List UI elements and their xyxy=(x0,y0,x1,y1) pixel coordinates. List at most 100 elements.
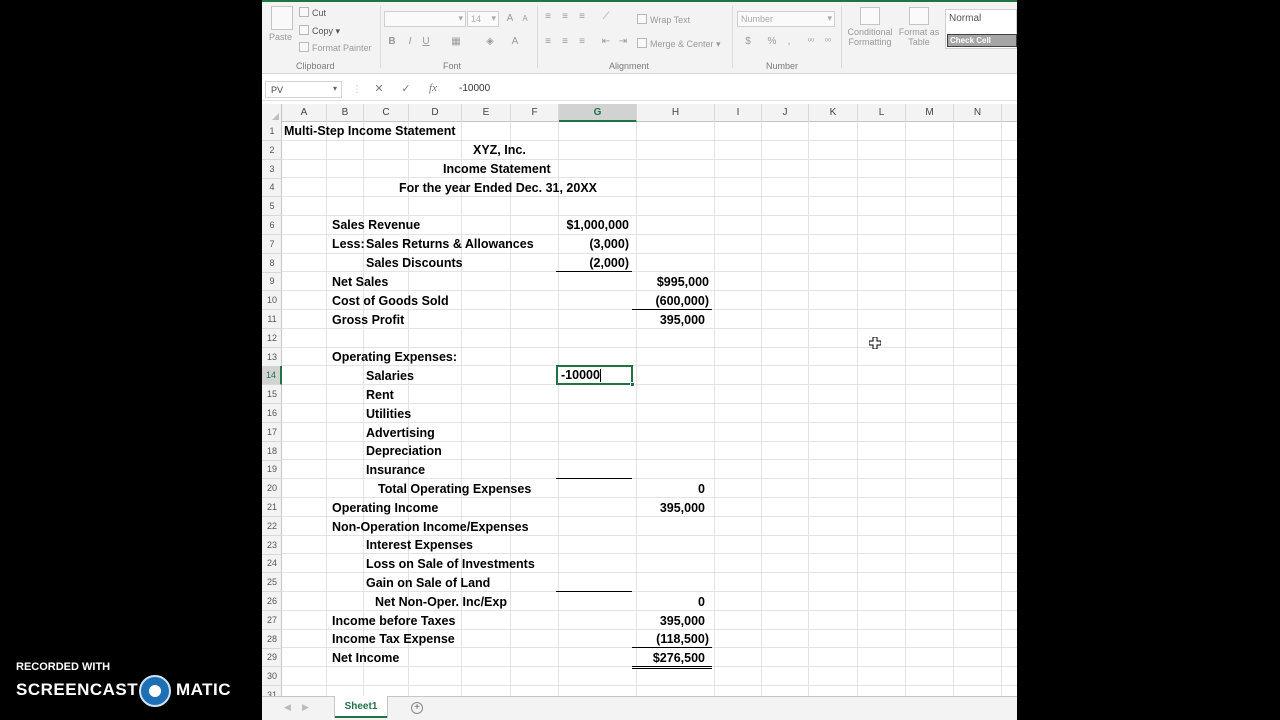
row-header-31[interactable]: 31 xyxy=(262,686,282,696)
copy-button[interactable]: Copy ▾ xyxy=(299,25,340,37)
cell-b7[interactable]: Less: xyxy=(332,235,365,253)
cell-b22[interactable]: Non-Operation Income/Expenses xyxy=(332,518,529,536)
cell-h20[interactable]: 0 xyxy=(612,480,705,498)
cell-c14[interactable]: Salaries xyxy=(366,367,414,385)
column-header-b[interactable]: B xyxy=(327,104,364,122)
column-header-a[interactable]: A xyxy=(282,104,327,122)
shrink-font-button[interactable]: A xyxy=(519,13,531,25)
cell-b29[interactable]: Net Income xyxy=(332,649,399,667)
underline-button[interactable]: U xyxy=(420,36,432,48)
cell-b27[interactable]: Income before Taxes xyxy=(332,612,455,630)
fill-color-icon[interactable]: ◈ xyxy=(484,36,496,48)
increase-indent-icon[interactable]: ⇥ xyxy=(617,36,629,48)
formula-input[interactable]: -10000 xyxy=(459,83,490,94)
column-header-d[interactable]: D xyxy=(409,104,462,122)
cell-h27[interactable]: 395,000 xyxy=(612,612,705,630)
cell-c20[interactable]: Total Operating Expenses xyxy=(378,480,531,498)
row-header-12[interactable]: 12 xyxy=(262,329,282,348)
cell-c24[interactable]: Loss on Sale of Investments xyxy=(366,555,535,573)
cell-e2[interactable]: XYZ, Inc. xyxy=(473,141,526,159)
row-header-11[interactable]: 11 xyxy=(262,310,282,329)
row-header-23[interactable]: 23 xyxy=(262,536,282,555)
prev-sheet-arrow-icon[interactable]: ◀ xyxy=(284,702,291,713)
row-header-25[interactable]: 25 xyxy=(262,573,282,593)
cell-g8[interactable]: (2,000) xyxy=(536,254,629,272)
select-all-corner[interactable] xyxy=(262,104,282,122)
format-as-table-button[interactable]: Format as Table xyxy=(897,7,941,47)
row-header-14[interactable]: 14 xyxy=(262,366,282,386)
cell-c19[interactable]: Insurance xyxy=(366,461,425,479)
cell-c8[interactable]: Sales Discounts xyxy=(366,254,463,272)
row-header-17[interactable]: 17 xyxy=(262,423,282,442)
currency-button[interactable]: $ xyxy=(742,36,754,48)
add-sheet-button[interactable]: + xyxy=(411,702,423,714)
column-header-n[interactable]: N xyxy=(954,104,1002,122)
cell-c7[interactable]: Sales Returns & Allowances xyxy=(366,235,534,253)
cancel-icon[interactable]: ✕ xyxy=(372,82,386,95)
align-top-icon[interactable]: ≡ xyxy=(542,11,554,23)
grow-font-button[interactable]: A xyxy=(504,13,516,25)
name-box[interactable]: PV ▾ xyxy=(265,81,342,98)
cell-b6[interactable]: Sales Revenue xyxy=(332,216,420,234)
next-sheet-arrow-icon[interactable]: ▶ xyxy=(302,702,309,713)
cell-b21[interactable]: Operating Income xyxy=(332,499,438,517)
cell-h9[interactable]: $995,000 xyxy=(612,273,709,291)
orientation-icon[interactable]: ⟋ xyxy=(600,11,612,23)
align-left-icon[interactable]: ≡ xyxy=(542,36,554,48)
cell-h21[interactable]: 395,000 xyxy=(612,499,705,517)
row-header-29[interactable]: 29 xyxy=(262,648,282,668)
cell-e4[interactable]: For the year Ended Dec. 31, 20XX xyxy=(399,179,597,197)
increase-decimal-icon[interactable]: ⁰⁰ xyxy=(805,36,817,48)
cell-b9[interactable]: Net Sales xyxy=(332,273,388,291)
row-header-24[interactable]: 24 xyxy=(262,554,282,574)
row-header-18[interactable]: 18 xyxy=(262,442,282,461)
merge-center-button[interactable]: Merge & Center ▾ xyxy=(637,38,721,50)
row-header-8[interactable]: 8 xyxy=(262,254,282,273)
row-header-16[interactable]: 16 xyxy=(262,404,282,423)
column-header-j[interactable]: J xyxy=(762,104,809,122)
cell-h29[interactable]: $276,500 xyxy=(612,649,705,667)
cell-b10[interactable]: Cost of Goods Sold xyxy=(332,292,449,310)
row-header-26[interactable]: 26 xyxy=(262,592,282,611)
fill-handle[interactable] xyxy=(630,382,635,387)
paste-button[interactable]: Paste xyxy=(269,6,293,42)
row-header-9[interactable]: 9 xyxy=(262,272,282,292)
row-header-7[interactable]: 7 xyxy=(262,235,282,254)
align-middle-icon[interactable]: ≡ xyxy=(559,11,571,23)
column-header-m[interactable]: M xyxy=(906,104,954,122)
font-name-box[interactable]: ▾ xyxy=(384,11,466,27)
row-header-19[interactable]: 19 xyxy=(262,460,282,480)
column-header-k[interactable]: K xyxy=(809,104,858,122)
row-header-1[interactable]: 1 xyxy=(262,122,282,141)
cell-h28[interactable]: (118,500) xyxy=(612,630,709,648)
insert-function-icon[interactable]: fx xyxy=(426,82,440,94)
font-color-button[interactable]: A xyxy=(509,36,521,48)
cell-c16[interactable]: Utilities xyxy=(366,405,411,423)
percent-button[interactable]: % xyxy=(766,36,778,48)
row-header-4[interactable]: 4 xyxy=(262,178,282,198)
row-header-20[interactable]: 20 xyxy=(262,479,282,499)
cell-c26[interactable]: Net Non-Oper. Inc/Exp xyxy=(375,593,507,611)
borders-icon[interactable]: ▦ xyxy=(450,36,462,48)
cell-c25[interactable]: Gain on Sale of Land xyxy=(366,574,490,592)
column-header-l[interactable]: L xyxy=(858,104,906,122)
align-right-icon[interactable]: ≡ xyxy=(576,36,588,48)
row-header-2[interactable]: 2 xyxy=(262,141,282,160)
cell-area[interactable]: Multi-Step Income Statement XYZ, Inc. In… xyxy=(282,122,1017,696)
row-header-6[interactable]: 6 xyxy=(262,216,282,235)
cell-c15[interactable]: Rent xyxy=(366,386,394,404)
format-painter-button[interactable]: Format Painter xyxy=(299,42,372,53)
decrease-indent-icon[interactable]: ⇤ xyxy=(600,36,612,48)
row-header-3[interactable]: 3 xyxy=(262,160,282,179)
row-header-5[interactable]: 5 xyxy=(262,197,282,217)
cell-e3[interactable]: Income Statement xyxy=(443,160,551,178)
style-normal[interactable]: Normal xyxy=(949,13,981,24)
column-header-c[interactable]: C xyxy=(364,104,409,122)
number-format-box[interactable]: Number ▾ xyxy=(737,11,835,27)
row-header-21[interactable]: 21 xyxy=(262,498,282,517)
cell-h11[interactable]: 395,000 xyxy=(612,311,705,329)
cell-g6[interactable]: $1,000,000 xyxy=(536,216,629,234)
font-size-box[interactable]: 14 ▾ xyxy=(467,11,499,27)
cell-b11[interactable]: Gross Profit xyxy=(332,311,404,329)
align-center-icon[interactable]: ≡ xyxy=(559,36,571,48)
